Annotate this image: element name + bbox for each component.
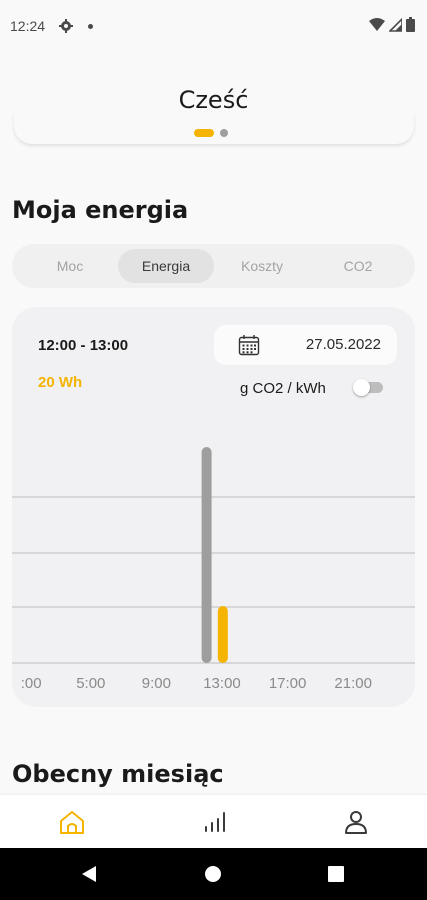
chart-icon[interactable]: [201, 809, 227, 835]
energy-section-title: Moja energia: [12, 196, 189, 224]
date-value: 27.05.2022: [305, 336, 381, 353]
unit-toggle[interactable]: [353, 379, 383, 396]
bottom-nav: [0, 795, 427, 848]
chart-x-tick-label: 17:00: [269, 675, 307, 692]
date-picker[interactable]: 27.05.2022: [214, 325, 397, 365]
chart-x-tick-label: 21:00: [334, 675, 372, 692]
carousel-dot[interactable]: [220, 129, 228, 137]
month-section-title: Obecny miesiąc: [12, 760, 224, 788]
carousel-dot-active[interactable]: [194, 129, 214, 137]
energy-tabs: Moc Energia Koszty CO2: [12, 244, 415, 288]
chart-x-tick-label: :00: [21, 675, 42, 692]
signal-icon: [389, 17, 402, 32]
back-icon[interactable]: [80, 865, 98, 883]
notification-dot-icon: [88, 24, 93, 29]
chart-x-tick-label: 13:00: [203, 675, 241, 692]
tab-koszty[interactable]: Koszty: [214, 249, 310, 283]
battery-icon: [406, 17, 415, 32]
profile-icon[interactable]: [343, 809, 369, 835]
unit-toggle-label: g CO2 / kWh: [240, 380, 326, 397]
selected-time-range: 12:00 - 13:00: [38, 337, 129, 354]
carousel-indicator: [194, 129, 228, 137]
page-title: Cześć: [178, 86, 249, 114]
gear-icon: [59, 19, 73, 33]
toggle-knob: [353, 379, 370, 396]
status-time: 12:24: [10, 18, 46, 34]
carousel-card[interactable]: [14, 112, 414, 144]
home-button-icon[interactable]: [204, 865, 222, 883]
recents-icon[interactable]: [328, 866, 344, 882]
tab-co2[interactable]: CO2: [310, 249, 406, 283]
home-icon[interactable]: [59, 809, 85, 835]
chart-x-tick-label: 5:00: [76, 675, 105, 692]
tab-energia[interactable]: Energia: [118, 249, 214, 283]
tab-moc[interactable]: Moc: [22, 249, 118, 283]
chart-bar[interactable]: [217, 606, 228, 663]
selected-energy-value: 20 Wh: [38, 374, 83, 391]
system-nav-bar: [0, 848, 427, 900]
calendar-icon: [238, 335, 260, 356]
status-icons: [369, 17, 415, 32]
status-bar: 12:24: [0, 0, 427, 55]
app-screen: 12:24 Cześć Moja energia Moc Energia Kos…: [0, 0, 427, 900]
energy-chart-card: :00 5:00 9:00 13:00 17:00 21:00 12:00 - 13:00…: [12, 307, 415, 707]
wifi-icon: [369, 17, 385, 31]
energy-chart[interactable]: :00 5:00 9:00 13:00 17:00 21:00: [12, 307, 415, 707]
chart-bar[interactable]: [201, 447, 212, 663]
chart-x-tick-label: 9:00: [142, 675, 171, 692]
